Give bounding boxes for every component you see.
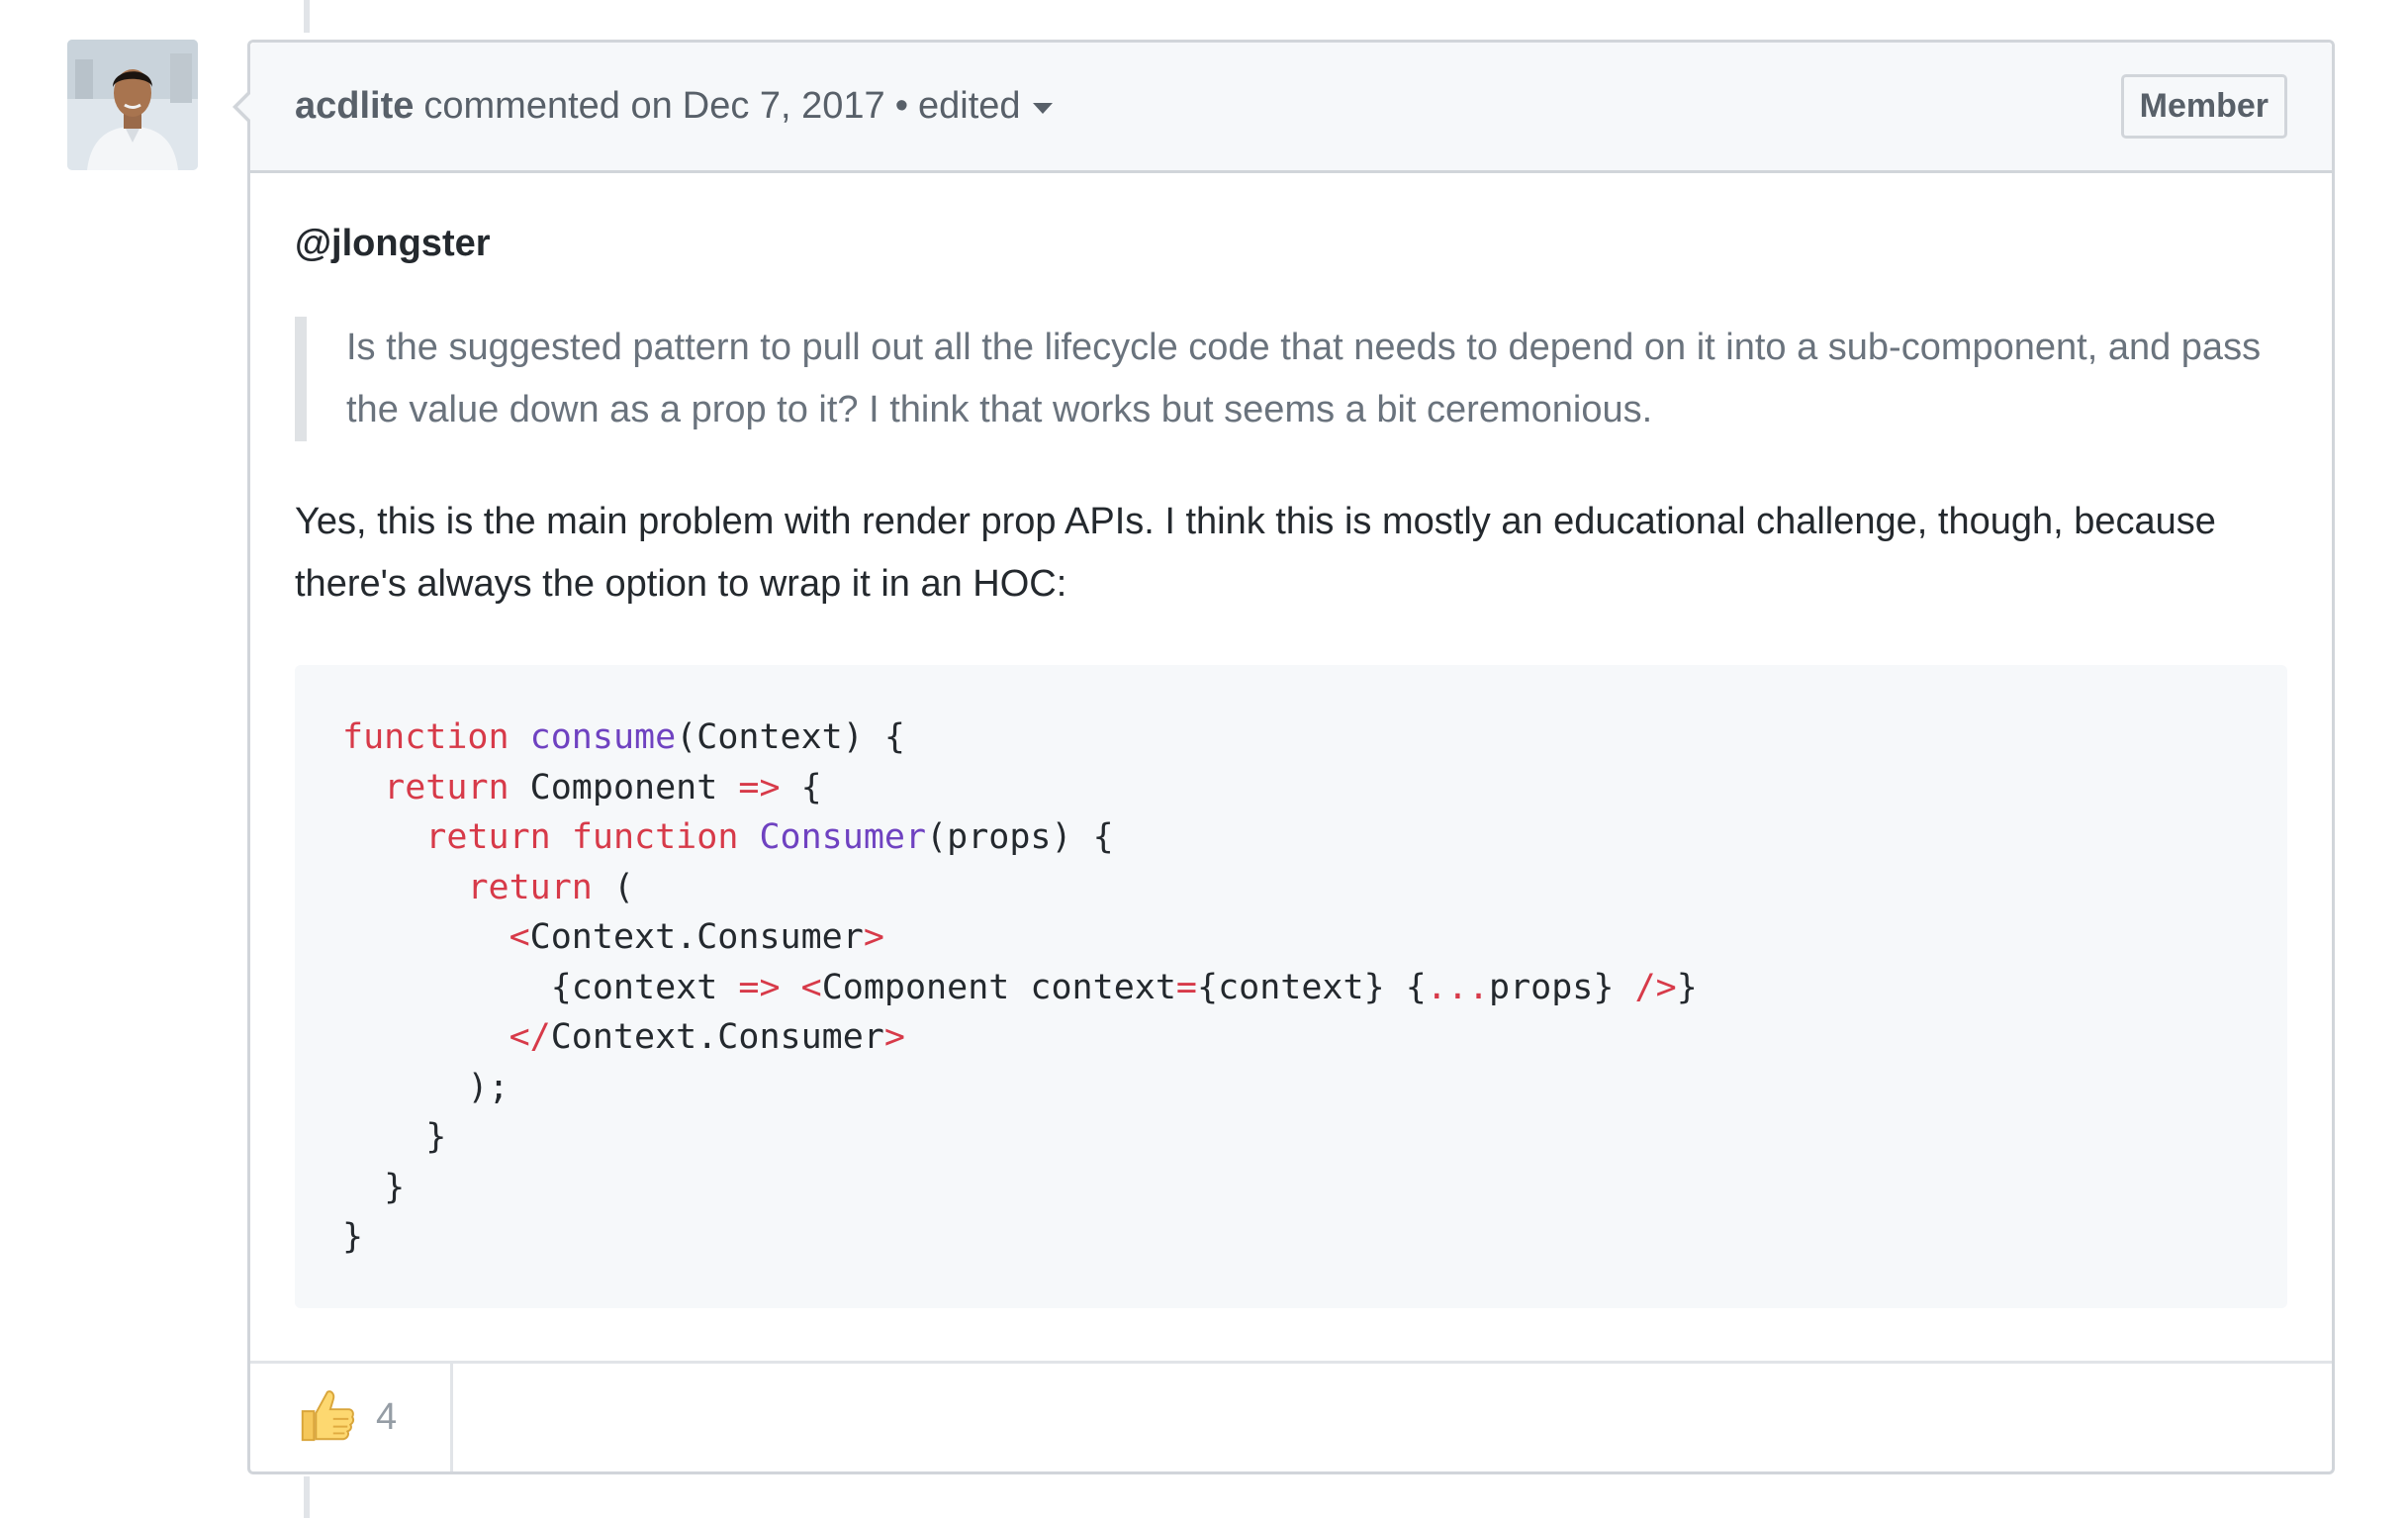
code-token: consume (529, 717, 677, 757)
comment-box: acdlite commented on Dec 7, 2017 • edite… (232, 40, 2335, 1474)
code-token: => (738, 967, 781, 1007)
comment-action: commented on (423, 85, 673, 127)
code-token: ... (1426, 967, 1490, 1007)
code-block: function consume(Context) { return Compo… (295, 665, 2287, 1308)
chevron-down-icon (1032, 103, 1053, 114)
code-token: function (342, 717, 509, 757)
code-token: Component context (821, 967, 1176, 1007)
code-token: {context} { (1197, 967, 1427, 1007)
code-token: return (425, 817, 551, 857)
page: acdlite commented on Dec 7, 2017 • edite… (0, 0, 2408, 1518)
code-token: (props) { (926, 817, 1114, 857)
edited-label: edited (918, 85, 1021, 127)
code-token: Context.Consumer (550, 1017, 884, 1057)
code-token: } (1676, 967, 1698, 1007)
code-token: function (571, 817, 739, 857)
code-token: Context.Consumer (529, 917, 864, 957)
code-token: } (342, 1217, 364, 1257)
timeline-connector-bottom (304, 1476, 310, 1518)
code-token: = (1175, 967, 1197, 1007)
code-token: Consumer (759, 817, 927, 857)
code-token: </ (509, 1017, 551, 1057)
code-token: > (863, 917, 884, 957)
code-token: ); (467, 1067, 509, 1107)
code-token: => (738, 767, 781, 807)
blockquote: Is the suggested pattern to pull out all… (295, 317, 2287, 441)
avatar-image (67, 40, 198, 170)
reaction-count: 4 (376, 1396, 398, 1438)
code-token: > (883, 1017, 905, 1057)
user-mention[interactable]: @jlongster (295, 223, 2287, 265)
comment-header: acdlite commented on Dec 7, 2017 • edite… (250, 43, 2332, 173)
avatar[interactable] (67, 40, 198, 170)
comment-date-link[interactable]: Dec 7, 2017 (683, 85, 885, 128)
code-token: < (509, 917, 530, 957)
comment-body: @jlongster Is the suggested pattern to p… (250, 173, 2332, 1308)
code-token: /> (1634, 967, 1677, 1007)
edited-dropdown[interactable]: edited (918, 85, 1053, 128)
code-token: (Context) { (676, 717, 905, 757)
code-token: { (780, 767, 822, 807)
code-token: return (467, 867, 593, 907)
code-token: return (384, 767, 509, 807)
code-token: < (800, 967, 822, 1007)
member-badge: Member (2120, 74, 2287, 139)
reactions-bar: 4 (250, 1361, 2332, 1471)
timeline-connector-top (304, 0, 310, 33)
author-link[interactable]: acdlite (295, 85, 414, 128)
code-token: ( (592, 867, 635, 907)
code-token: } (384, 1167, 406, 1207)
code-token: props} (1489, 967, 1635, 1007)
thumbs-up-icon (295, 1384, 356, 1451)
code-token: Component (509, 767, 739, 807)
code-token: {context (550, 967, 739, 1007)
code-token: } (425, 1117, 447, 1157)
meta-separator: • (894, 85, 908, 127)
thumbs-up-reaction-button[interactable]: 4 (250, 1364, 453, 1471)
thumbs-up-glyph (301, 1390, 355, 1442)
comment-paragraph: Yes, this is the main problem with rende… (295, 501, 2216, 605)
